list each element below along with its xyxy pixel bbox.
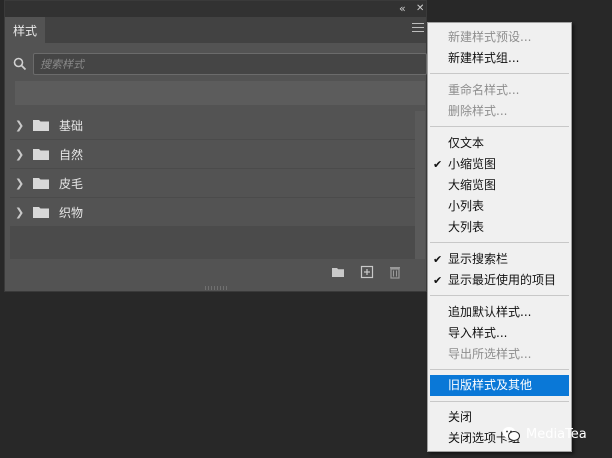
check-icon: ✔	[433, 158, 443, 171]
menu-item-export-selected-styles[interactable]: 导出所选样式...	[430, 344, 569, 365]
collapse-icon[interactable]: «	[399, 2, 406, 16]
tab-styles[interactable]: 样式	[5, 17, 45, 43]
menu-item-label: 显示最近使用的项目	[448, 273, 557, 287]
style-group-label: 自然	[59, 147, 84, 162]
menu-item-new-style-preset[interactable]: 新建样式预设...	[430, 27, 569, 48]
new-style-icon[interactable]	[360, 265, 374, 279]
style-group-label: 基础	[59, 118, 84, 133]
menu-item-new-style-group[interactable]: 新建样式组...	[430, 48, 569, 69]
scrollbar[interactable]	[415, 111, 425, 259]
menu-item-show-recent-items[interactable]: ✔ 显示最近使用的项目	[430, 270, 569, 291]
search-input[interactable]	[33, 53, 427, 75]
menu-item-delete-style[interactable]: 删除样式...	[430, 101, 569, 122]
menu-item-small-list[interactable]: 小列表	[430, 196, 569, 217]
menu-separator	[430, 401, 569, 402]
watermark-text: MediaTea	[526, 426, 587, 442]
styles-panel: « ✕ 样式 ❯ 基础 ❯ 自然 ❯ 皮毛 ❯	[4, 0, 427, 292]
menu-separator	[430, 126, 569, 127]
menu-item-large-list[interactable]: 大列表	[430, 217, 569, 238]
recent-items-bar	[15, 81, 425, 105]
style-group-row[interactable]: ❯ 皮毛	[10, 169, 416, 197]
menu-item-append-default-styles[interactable]: 追加默认样式...	[430, 302, 569, 323]
style-group-row[interactable]: ❯ 自然	[10, 140, 416, 168]
menu-item-text-only[interactable]: 仅文本	[430, 133, 569, 154]
style-group-row[interactable]: ❯ 基础	[10, 111, 416, 139]
chevron-right-icon[interactable]: ❯	[15, 177, 29, 190]
menu-separator	[430, 369, 569, 370]
style-group-label: 皮毛	[59, 176, 84, 191]
check-icon: ✔	[433, 253, 443, 266]
panel-footer	[5, 259, 426, 285]
menu-item-legacy-styles[interactable]: 旧版样式及其他	[430, 375, 569, 396]
menu-item-rename-style[interactable]: 重命名样式...	[430, 80, 569, 101]
menu-item-label: 显示搜索栏	[448, 252, 509, 266]
new-group-folder-icon[interactable]	[331, 265, 345, 279]
folder-icon	[33, 149, 49, 160]
panel-tab-bar: 样式	[5, 17, 426, 43]
delete-trash-icon[interactable]	[388, 265, 402, 279]
chevron-right-icon[interactable]: ❯	[15, 148, 29, 161]
check-icon: ✔	[433, 274, 443, 287]
search-bar	[11, 53, 427, 75]
wechat-icon	[502, 427, 520, 441]
menu-item-show-search-bar[interactable]: ✔ 显示搜索栏	[430, 249, 569, 270]
style-group-list: ❯ 基础 ❯ 自然 ❯ 皮毛 ❯ 织物	[10, 111, 416, 259]
close-panel-icon[interactable]: ✕	[416, 2, 424, 16]
folder-icon	[33, 178, 49, 189]
menu-item-large-thumbnail[interactable]: 大缩览图	[430, 175, 569, 196]
search-icon	[13, 57, 27, 71]
style-group-row[interactable]: ❯ 织物	[10, 198, 416, 226]
folder-icon	[33, 120, 49, 131]
menu-item-label: 小缩览图	[448, 157, 497, 171]
menu-item-small-thumbnail[interactable]: ✔ 小缩览图	[430, 154, 569, 175]
style-group-label: 织物	[59, 205, 84, 220]
menu-separator	[430, 73, 569, 74]
chevron-right-icon[interactable]: ❯	[15, 119, 29, 132]
watermark: MediaTea	[502, 424, 587, 444]
folder-icon	[33, 207, 49, 218]
chevron-right-icon[interactable]: ❯	[15, 206, 29, 219]
panel-menu-icon[interactable]	[412, 23, 424, 35]
menu-separator	[430, 242, 569, 243]
panel-title-strip: « ✕	[5, 1, 426, 17]
resize-grip[interactable]	[205, 286, 229, 290]
menu-separator	[430, 295, 569, 296]
menu-item-import-styles[interactable]: 导入样式...	[430, 323, 569, 344]
panel-context-menu: 新建样式预设... 新建样式组... 重命名样式... 删除样式... 仅文本 …	[427, 22, 572, 452]
